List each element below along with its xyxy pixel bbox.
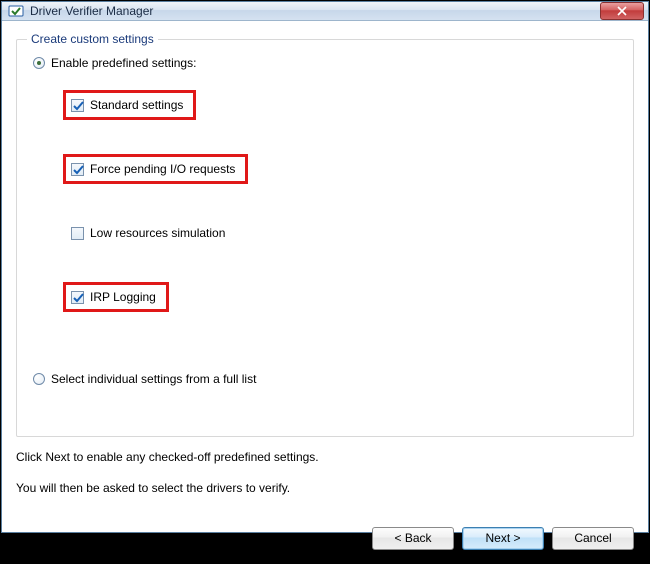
checkbox-label: Force pending I/O requests: [90, 162, 235, 176]
app-icon: [8, 3, 24, 19]
highlight-force-io: Force pending I/O requests: [63, 154, 248, 184]
radio-icon: [33, 373, 45, 385]
info-text: Click Next to enable any checked-off pre…: [16, 449, 634, 497]
radio-label: Enable predefined settings:: [51, 56, 196, 70]
checkbox-icon: [71, 291, 84, 304]
wrap-low-resources: Low resources simulation: [63, 218, 238, 248]
radio-enable-predefined[interactable]: Enable predefined settings:: [33, 56, 617, 70]
settings-groupbox: Create custom settings Enable predefined…: [16, 39, 634, 437]
dialog-body: Create custom settings Enable predefined…: [2, 21, 648, 517]
radio-select-individual[interactable]: Select individual settings from a full l…: [33, 372, 617, 386]
cancel-button[interactable]: Cancel: [552, 527, 634, 550]
titlebar: Driver Verifier Manager: [2, 2, 648, 21]
checkbox-icon: [71, 99, 84, 112]
button-bar: < Back Next > Cancel: [2, 517, 648, 564]
close-button[interactable]: [600, 2, 644, 20]
checkbox-irp-logging[interactable]: IRP Logging: [71, 290, 156, 304]
info-line-1: Click Next to enable any checked-off pre…: [16, 449, 634, 466]
highlight-irp-logging: IRP Logging: [63, 282, 169, 312]
window-title: Driver Verifier Manager: [30, 4, 600, 18]
checkbox-standard-settings[interactable]: Standard settings: [71, 98, 183, 112]
predefined-options: Standard settings Force pending I/O requ…: [63, 90, 617, 346]
radio-icon: [33, 57, 45, 69]
groupbox-label: Create custom settings: [27, 32, 158, 46]
dialog-window: Driver Verifier Manager Create custom se…: [1, 1, 649, 533]
checkbox-low-resources[interactable]: Low resources simulation: [71, 226, 225, 240]
checkbox-icon: [71, 227, 84, 240]
back-button[interactable]: < Back: [372, 527, 454, 550]
checkbox-icon: [71, 163, 84, 176]
info-line-2: You will then be asked to select the dri…: [16, 480, 634, 497]
highlight-standard: Standard settings: [63, 90, 196, 120]
checkbox-label: Standard settings: [90, 98, 183, 112]
checkbox-label: IRP Logging: [90, 290, 156, 304]
next-button[interactable]: Next >: [462, 527, 544, 550]
checkbox-label: Low resources simulation: [90, 226, 225, 240]
checkbox-force-pending-io[interactable]: Force pending I/O requests: [71, 162, 235, 176]
radio-label: Select individual settings from a full l…: [51, 372, 256, 386]
